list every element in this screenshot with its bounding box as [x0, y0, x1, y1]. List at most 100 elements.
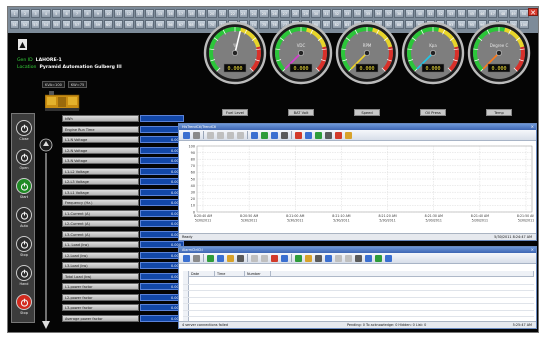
channel-button[interactable]: 42 [436, 9, 446, 18]
table-row[interactable] [183, 296, 534, 298]
channel-button[interactable]: 48 [498, 9, 508, 18]
toolbar-icon[interactable] [325, 254, 332, 262]
toolbar-icon[interactable] [315, 131, 322, 139]
channel-button[interactable]: 16 [165, 9, 176, 18]
close-window-button[interactable]: ✕ [528, 8, 538, 17]
channel-button[interactable]: 11 [113, 9, 124, 18]
start-button[interactable]: Start [15, 178, 33, 199]
channel-button[interactable]: 26 [269, 9, 280, 18]
toolbar-icon[interactable] [345, 131, 352, 139]
toolbar-icon[interactable] [261, 131, 268, 139]
toolbar-icon[interactable] [295, 254, 302, 262]
channel-button[interactable]: 36 [373, 9, 384, 18]
toolbar-icon[interactable] [385, 254, 392, 262]
channel-button[interactable]: 62 [124, 20, 134, 29]
toolbar-icon[interactable] [251, 254, 258, 262]
channel-button[interactable]: 41 [425, 9, 436, 18]
channel-button[interactable]: 13 [134, 9, 145, 18]
channel-button[interactable]: 22 [228, 9, 238, 18]
stop-button[interactable]: Stop [15, 236, 33, 257]
toolbar-icon[interactable] [193, 254, 200, 262]
toolbar-icon[interactable] [305, 254, 312, 262]
channel-button[interactable]: 33 [342, 9, 352, 18]
channel-button[interactable]: 54 [41, 20, 51, 29]
toolbar-icon[interactable] [281, 131, 288, 139]
channel-button[interactable]: 2 [20, 9, 30, 18]
toolbar-icon[interactable] [315, 254, 322, 262]
toolbar-icon[interactable] [237, 131, 244, 139]
channel-button[interactable]: 53 [30, 20, 41, 29]
channel-button[interactable]: 43 [446, 9, 456, 18]
table-row[interactable] [183, 316, 534, 317]
toolbar-icon[interactable] [271, 131, 278, 139]
channel-button[interactable]: 44 [456, 9, 467, 18]
stop-emergency-button[interactable]: Stop [15, 294, 33, 315]
toolbar-icon[interactable] [335, 254, 342, 262]
toolbar-icon[interactable] [207, 131, 214, 139]
channel-button[interactable]: 12 [124, 9, 134, 18]
channel-button[interactable]: 46 [477, 9, 487, 18]
channel-button[interactable]: 28 [290, 9, 300, 18]
channel-button[interactable]: 56 [61, 20, 72, 29]
channel-button[interactable]: 3 [30, 9, 41, 18]
channel-button[interactable]: 14 [145, 9, 155, 18]
toolbar-icon[interactable] [305, 131, 312, 139]
channel-button[interactable]: 24 [248, 9, 259, 18]
column-header-number[interactable]: Number [245, 271, 271, 277]
channel-button[interactable]: 6 [61, 9, 72, 18]
toolbar-icon[interactable] [345, 254, 352, 262]
channel-button[interactable]: 63 [134, 20, 145, 29]
toolbar-icon[interactable] [335, 131, 342, 139]
channel-button[interactable]: 21 [217, 9, 228, 18]
open-button[interactable]: Open [15, 149, 33, 170]
channel-button[interactable]: 51 [10, 20, 20, 29]
channel-button[interactable]: 32 [332, 9, 342, 18]
table-row[interactable] [183, 290, 534, 291]
channel-button[interactable]: 9 [93, 9, 103, 18]
toolbar-icon[interactable] [295, 131, 302, 139]
channel-button[interactable]: 17 [176, 9, 186, 18]
toolbar-icon[interactable] [227, 131, 234, 139]
toolbar-icon[interactable] [375, 254, 382, 262]
column-header-time[interactable]: Time [215, 271, 245, 277]
toolbar-icon[interactable] [183, 254, 190, 262]
channel-button[interactable]: 18 [186, 9, 197, 18]
channel-button[interactable]: 38 [394, 9, 404, 18]
channel-button[interactable]: 60 [103, 20, 113, 29]
channel-button[interactable]: 4 [41, 9, 51, 18]
channel-button[interactable]: 23 [238, 9, 248, 18]
navigation-column[interactable] [38, 137, 54, 333]
channel-button[interactable]: 25 [259, 9, 269, 18]
toolbar-icon[interactable] [325, 131, 332, 139]
channel-button[interactable]: 37 [384, 9, 394, 18]
toolbar-icon[interactable] [355, 254, 362, 262]
toolbar-icon[interactable] [281, 254, 288, 262]
channel-button[interactable]: 5 [51, 9, 61, 18]
toolbar-icon[interactable] [193, 131, 200, 139]
channel-button[interactable]: 7 [72, 9, 82, 18]
channel-button[interactable]: 57 [72, 20, 82, 29]
channel-button[interactable]: 8 [82, 9, 93, 18]
close-icon[interactable]: × [531, 247, 534, 253]
close-button[interactable]: Close [15, 120, 33, 141]
channel-button[interactable]: 20 [207, 9, 217, 18]
channel-button[interactable]: 49 [508, 9, 519, 18]
channel-button[interactable]: 10 [103, 9, 113, 18]
channel-button[interactable]: 40 [415, 9, 425, 18]
table-row[interactable] [183, 283, 534, 285]
channel-button[interactable]: 52 [20, 20, 30, 29]
auto-button[interactable]: Auto [15, 207, 33, 228]
channel-button[interactable]: 15 [155, 9, 165, 18]
toolbar-icon[interactable] [261, 254, 268, 262]
channel-button[interactable]: 64 [145, 20, 155, 29]
column-header-date[interactable]: Date [189, 271, 215, 277]
channel-button[interactable]: 59 [93, 20, 103, 29]
table-row[interactable] [183, 309, 534, 311]
channel-button[interactable]: 61 [113, 20, 124, 29]
channel-button[interactable]: 45 [467, 9, 477, 18]
channel-button[interactable]: 66 [165, 20, 176, 29]
channel-button[interactable]: 30 [311, 9, 321, 18]
channel-button[interactable]: 68 [186, 20, 197, 29]
channel-button[interactable]: 67 [176, 20, 186, 29]
close-icon[interactable]: × [531, 124, 534, 130]
